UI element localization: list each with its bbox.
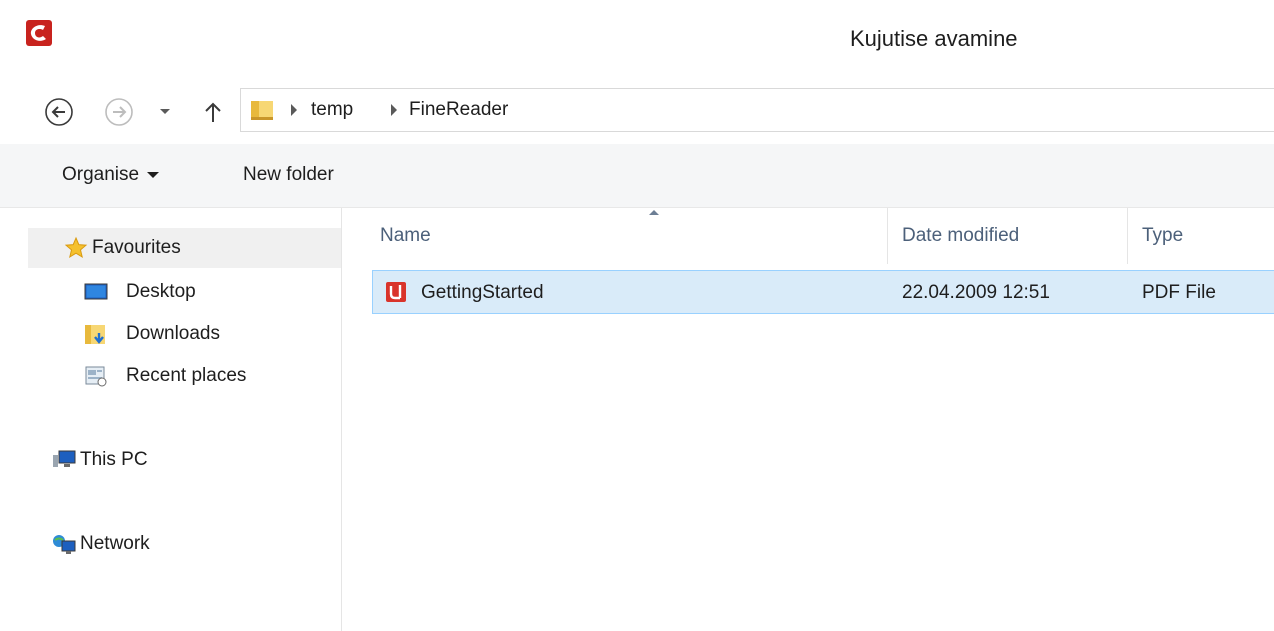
command-bar: Organise New folder	[0, 144, 1274, 208]
window-title: Kujutise avamine	[850, 26, 1018, 51]
organise-button[interactable]: Organise	[62, 164, 160, 186]
desktop-icon	[84, 283, 108, 300]
recent-locations-button[interactable]	[150, 93, 180, 131]
network-icon	[53, 535, 76, 554]
column-header-date-modified[interactable]: Date modified	[888, 208, 1128, 264]
recent-places-icon	[85, 366, 107, 387]
chevron-down-icon	[160, 109, 170, 114]
back-button[interactable]	[40, 93, 78, 131]
sort-ascending-icon	[649, 210, 659, 215]
nav-item-desktop[interactable]: Desktop	[0, 272, 341, 312]
nav-label-recent-places: Recent places	[126, 365, 247, 386]
forward-arrow-icon	[105, 98, 133, 126]
nav-item-this-pc[interactable]: This PC	[0, 440, 341, 480]
nav-item-downloads[interactable]: Downloads	[0, 314, 341, 354]
nav-label-downloads: Downloads	[126, 323, 220, 344]
column-label-date-modified: Date modified	[902, 225, 1020, 246]
file-list: Name Date modified Type GettingStarted 2…	[342, 208, 1274, 631]
pdf-icon	[386, 282, 406, 302]
title-bar: Kujutise avamine	[0, 0, 1274, 82]
chevron-down-icon	[147, 171, 160, 178]
file-name: GettingStarted	[421, 282, 544, 303]
nav-label-this-pc: This PC	[80, 449, 148, 470]
downloads-folder-icon	[85, 325, 105, 344]
back-arrow-icon	[45, 98, 73, 126]
forward-button[interactable]	[100, 93, 138, 131]
column-header-name[interactable]: Name	[372, 208, 888, 264]
navigation-pane: Favourites Desktop Downloads Recent plac…	[0, 208, 342, 631]
column-header-type[interactable]: Type	[1128, 208, 1274, 264]
organise-label: Organise	[62, 164, 140, 185]
breadcrumb-separator-icon	[291, 104, 297, 116]
nav-item-recent-places[interactable]: Recent places	[0, 356, 341, 396]
nav-item-network[interactable]: Network	[0, 524, 341, 564]
breadcrumb-finereader[interactable]: FineReader	[409, 99, 508, 121]
file-date-modified: 22.04.2009 12:51	[902, 282, 1050, 303]
new-folder-button[interactable]: New folder	[243, 164, 334, 186]
breadcrumb-temp[interactable]: temp	[311, 99, 353, 121]
app-icon[interactable]	[26, 20, 52, 46]
star-icon	[64, 236, 88, 259]
up-arrow-icon	[205, 102, 221, 122]
nav-label-favourites: Favourites	[92, 237, 181, 258]
folder-icon	[251, 101, 273, 120]
file-type: PDF File	[1142, 282, 1216, 303]
breadcrumb-separator-icon	[391, 104, 397, 116]
computer-icon	[53, 450, 76, 467]
navigation-bar: temp FineReader	[0, 82, 1274, 144]
column-label-name: Name	[380, 225, 431, 246]
column-label-type: Type	[1142, 225, 1184, 246]
nav-label-network: Network	[80, 533, 150, 554]
up-button[interactable]	[196, 93, 230, 131]
address-bar[interactable]: temp FineReader	[240, 88, 1274, 132]
table-row[interactable]: GettingStarted 22.04.2009 12:51 PDF File	[372, 270, 1274, 314]
nav-label-desktop: Desktop	[126, 281, 196, 302]
nav-item-favourites[interactable]: Favourites	[28, 228, 341, 268]
